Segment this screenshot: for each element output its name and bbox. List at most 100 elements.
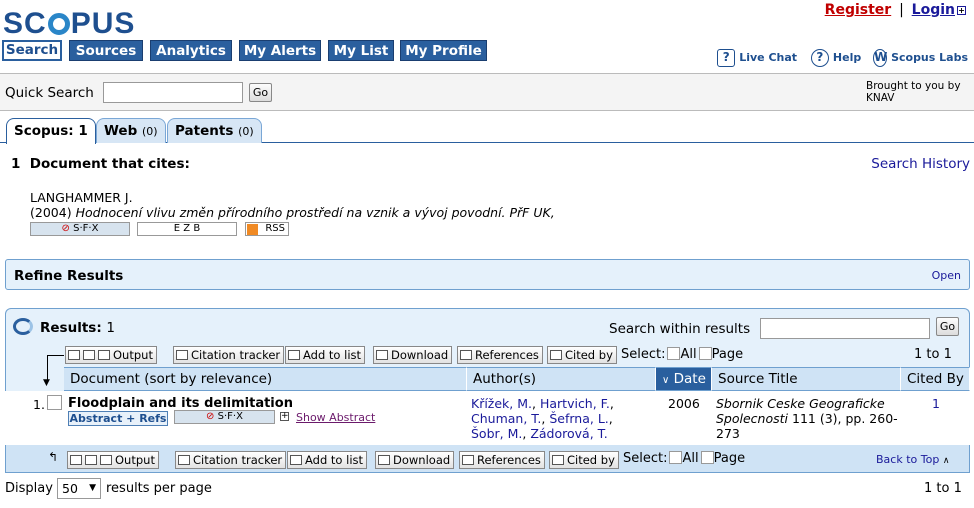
login-expand-icon[interactable]: + (957, 5, 966, 15)
add-to-list-button[interactable]: Add to list (285, 346, 366, 364)
up-arrow-icon: ↰ (48, 450, 59, 464)
cited-by-label: Cited by (567, 453, 615, 467)
references-icon (462, 455, 474, 465)
login-link[interactable]: Login (912, 2, 955, 18)
quick-search-go-button[interactable]: Go (249, 83, 272, 102)
author-link[interactable]: Zádorová, T. (530, 426, 607, 441)
search-within-label: Search within results (609, 321, 751, 337)
select-label: Select: (623, 451, 668, 466)
email-icon (98, 350, 110, 360)
column-source[interactable]: Source Title (712, 367, 901, 391)
export-icon (68, 350, 80, 360)
result-range-top: 1 to 1 (914, 347, 952, 362)
institution-name: KNAV (866, 92, 895, 104)
references-icon (460, 350, 472, 360)
select-all-checkbox-bottom[interactable] (669, 451, 683, 464)
download-icon (378, 455, 390, 465)
tab-scopus[interactable]: Scopus: 1 (6, 118, 96, 144)
result-title-link[interactable]: Floodplain and its delimitation (68, 396, 293, 411)
per-page-select[interactable]: 50 ▼ (57, 478, 101, 499)
labs-icon[interactable]: W (873, 49, 887, 67)
refine-results-panel: Refine Results Open (5, 259, 970, 290)
tab-web[interactable]: Web (0) (96, 118, 166, 143)
row-sfx-icon: ⊘ (206, 411, 215, 422)
output-button[interactable]: Output (65, 346, 157, 364)
select-page-checkbox[interactable] (698, 347, 712, 360)
search-within-input[interactable] (760, 318, 930, 339)
tab-patents[interactable]: Patents (0) (167, 118, 262, 143)
abstract-refs-button[interactable]: Abstract + Refs (68, 411, 168, 426)
back-to-top-link[interactable]: Back to Top (876, 453, 939, 466)
download-button-bottom[interactable]: Download (375, 451, 455, 469)
chevron-up-icon: ∧ (942, 456, 950, 466)
rss-button[interactable]: RSS (245, 222, 289, 236)
nav-tab-my-list[interactable]: My List (328, 40, 394, 61)
column-authors[interactable]: Author(s) (467, 367, 656, 391)
references-button[interactable]: References (457, 346, 543, 364)
down-arrow-icon: ▼ (43, 378, 50, 388)
sfx-button[interactable]: ⊘ S·F·X (30, 222, 130, 236)
nav-tab-sources[interactable]: Sources (69, 40, 143, 61)
cited-by-button[interactable]: Cited by (547, 346, 617, 364)
add-to-list-button-bottom[interactable]: Add to list (287, 451, 368, 469)
search-within-go-button[interactable]: Go (936, 317, 959, 336)
column-date[interactable]: ∨ Date (656, 367, 712, 391)
author-link[interactable]: Hartvich, F. (540, 396, 610, 411)
cited-by-button-bottom[interactable]: Cited by (549, 451, 619, 469)
refresh-icon (13, 318, 33, 335)
document-count-heading: 1 Document that cites: (11, 156, 190, 172)
add-to-list-icon (290, 455, 302, 465)
nav-tab-my-profile[interactable]: My Profile (400, 40, 487, 61)
search-history-link[interactable]: Search History (871, 156, 970, 172)
sfx-label: S·F·X (73, 223, 99, 234)
refine-open-link[interactable]: Open (932, 269, 961, 282)
quick-search-input[interactable] (103, 82, 243, 103)
column-document[interactable]: Document (sort by relevance) (64, 367, 467, 391)
results-number: 1 (106, 320, 116, 336)
references-label: References (475, 348, 539, 362)
row-sfx-button[interactable]: ⊘ S·F·X (174, 410, 275, 424)
download-label: Download (391, 348, 449, 362)
logo-o-ring (47, 13, 70, 35)
display-label: Display (5, 481, 53, 496)
live-chat-icon[interactable]: ? (717, 49, 736, 67)
results-count: Results: 1 (40, 320, 115, 336)
references-button-bottom[interactable]: References (459, 451, 545, 469)
row-checkbox[interactable] (47, 395, 62, 410)
nav-tab-analytics[interactable]: Analytics (150, 40, 232, 61)
show-abstract-link[interactable]: Show Abstract (296, 411, 375, 424)
help-icon[interactable]: ? (810, 49, 829, 67)
select-page-checkbox-bottom[interactable] (700, 451, 714, 464)
citation-tracker-button-bottom[interactable]: Citation tracker (175, 451, 287, 469)
back-to-top[interactable]: Back to Top ∧ (876, 453, 949, 466)
download-button[interactable]: Download (373, 346, 453, 364)
tab-web-count: (0) (141, 125, 158, 138)
author-link[interactable]: Šefrna, L. (549, 411, 608, 426)
chevron-down-icon: ▼ (89, 483, 96, 493)
cited-by-count-link[interactable]: 1 (932, 396, 940, 411)
output-button-bottom[interactable]: Output (67, 451, 159, 469)
nav-tab-search[interactable]: Search (2, 40, 62, 61)
references-label: References (477, 453, 541, 467)
help-link[interactable]: Help (833, 51, 861, 64)
email-icon (100, 455, 112, 465)
register-link[interactable]: Register (825, 2, 892, 18)
quick-search-label: Quick Search (5, 85, 94, 101)
scopus-labs-link[interactable]: Scopus Labs (891, 51, 968, 64)
column-cited-by[interactable]: Cited By (901, 367, 970, 391)
column-date-label: Date (673, 371, 706, 387)
author-link[interactable]: Křížek, M. (471, 396, 532, 411)
select-all-checkbox[interactable] (667, 347, 681, 360)
author-link[interactable]: Chuman, T. (471, 411, 541, 426)
ezb-button[interactable]: E Z B (137, 222, 237, 236)
author-link[interactable]: Šobr, M. (471, 426, 522, 441)
cited-author: LANGHAMMER J. (30, 190, 133, 205)
nav-tab-my-alerts[interactable]: My Alerts (239, 40, 321, 61)
export-icon (70, 455, 82, 465)
live-chat-link[interactable]: Live Chat (739, 51, 797, 64)
print-icon (85, 455, 97, 465)
cited-reference: (2004) Hodnocení vlivu změn přírodního p… (30, 205, 555, 220)
expand-abstract-icon[interactable]: + (280, 412, 289, 421)
citation-tracker-button[interactable]: Citation tracker (173, 346, 285, 364)
scopus-logo[interactable]: SC PUS (3, 7, 135, 41)
